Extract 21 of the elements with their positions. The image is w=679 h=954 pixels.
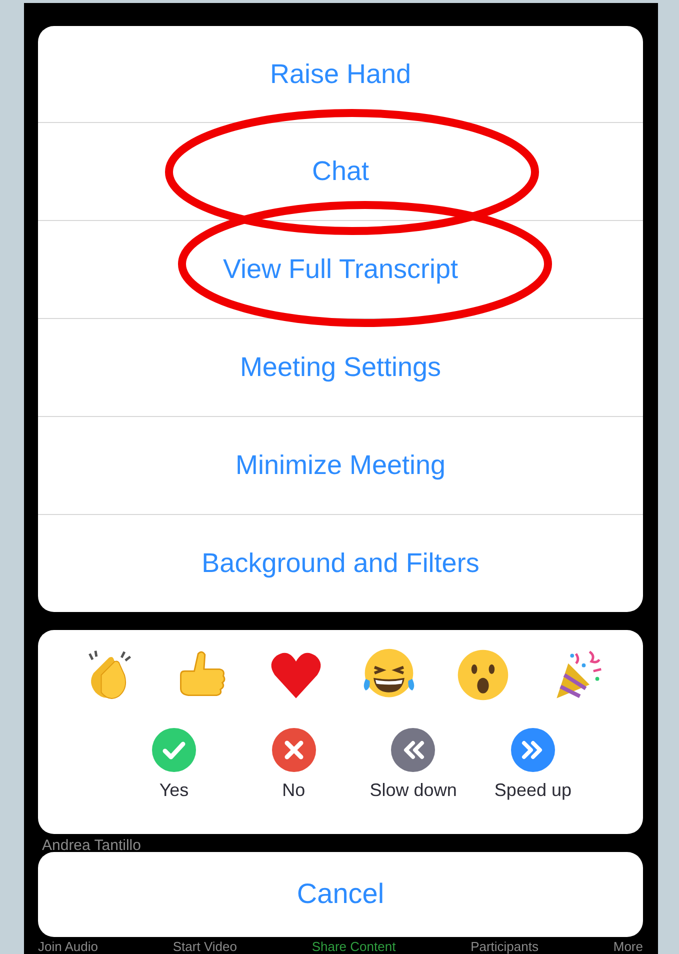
toolbar-label[interactable]: Join Audio [38, 939, 98, 954]
rewind-icon [391, 728, 436, 772]
feedback-button[interactable]: Yes [124, 728, 224, 801]
menu-item[interactable]: View Full Transcript [38, 221, 643, 318]
feedback-button[interactable]: Speed up [482, 728, 583, 801]
cancel-button[interactable]: Cancel [38, 852, 643, 937]
menu-item[interactable]: Minimize Meeting [38, 417, 643, 514]
participant-name: Andrea Tantillo [42, 838, 142, 852]
menu-item[interactable]: Chat [38, 123, 643, 220]
close-icon [272, 728, 316, 772]
menu-item[interactable]: Background and Filters [38, 515, 643, 612]
toolbar-label[interactable]: More [613, 939, 643, 954]
menu-item[interactable]: Meeting Settings [38, 319, 643, 416]
menu-item[interactable]: Raise Hand [38, 26, 643, 122]
toolbar-label[interactable]: Share Content [312, 939, 396, 954]
toolbar-label[interactable]: Participants [470, 939, 538, 954]
fast-forward-icon [510, 728, 555, 772]
feedback-button[interactable]: Slow down [363, 728, 464, 801]
toolbar-label[interactable]: Start Video [172, 939, 237, 954]
checkmark-icon [152, 728, 196, 772]
feedback-button[interactable]: No [244, 728, 344, 801]
